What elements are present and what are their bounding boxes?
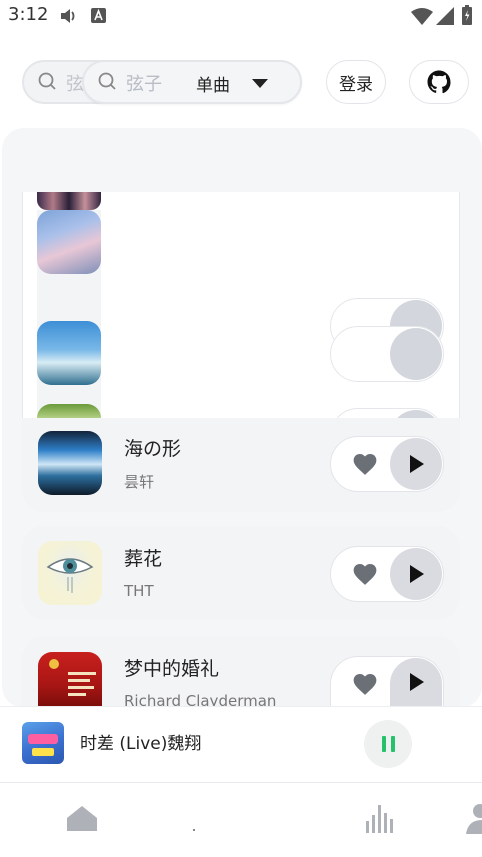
heart-icon[interactable] [352,562,378,586]
play-button[interactable] [390,658,442,706]
play-button[interactable] [390,438,442,490]
a-box-icon [91,8,106,23]
heart-icon[interactable] [352,672,378,696]
signal-icon [436,7,454,25]
song-title[interactable]: 葬花 [124,544,162,571]
play-icon [410,673,424,691]
now-playing-title[interactable]: 时差 (Live)魏翔 [80,729,201,754]
search-icon [38,72,56,90]
pause-icon [381,736,386,752]
play-icon [410,565,424,583]
pause-button[interactable] [364,720,412,768]
album-cover [37,321,101,385]
album-cover [38,431,102,495]
wifi-icon [411,8,433,25]
battery-icon [462,5,472,25]
album-cover [38,541,102,605]
login-button[interactable]: 登录 [326,60,386,104]
song-artist[interactable]: 昙轩 [124,471,154,492]
song-artist[interactable]: Richard Clayderman [124,692,276,706]
album-cover [38,652,102,706]
github-button[interactable] [409,60,469,104]
pause-icon [390,736,395,752]
home-icon[interactable] [66,805,98,831]
github-icon [427,70,451,94]
user-icon[interactable] [466,802,482,834]
nav-dot [193,829,195,831]
album-cover [37,210,101,274]
play-icon [410,455,424,473]
album-artwork [49,659,96,696]
play-button[interactable] [390,548,442,600]
volume-icon [61,9,75,23]
heart-icon[interactable] [352,452,378,476]
thumb-fragment [37,192,101,210]
eye-artwork [46,558,94,593]
search-query-text[interactable]: 弦子 [126,70,162,96]
search-type-select[interactable]: 单曲 [196,71,230,96]
bar-chart-icon[interactable] [365,803,395,833]
search-icon [98,72,116,90]
overlay-popup [22,192,460,428]
status-time: 3:12 [8,4,49,25]
ghost-control [390,328,442,380]
song-artist[interactable]: THT [124,582,154,600]
caret-down-icon[interactable] [252,79,268,88]
cover-artwork [28,734,58,756]
song-title[interactable]: 海の形 [124,434,181,461]
song-title[interactable]: 梦中的婚礼 [124,654,219,681]
now-playing-cover[interactable] [22,722,64,764]
